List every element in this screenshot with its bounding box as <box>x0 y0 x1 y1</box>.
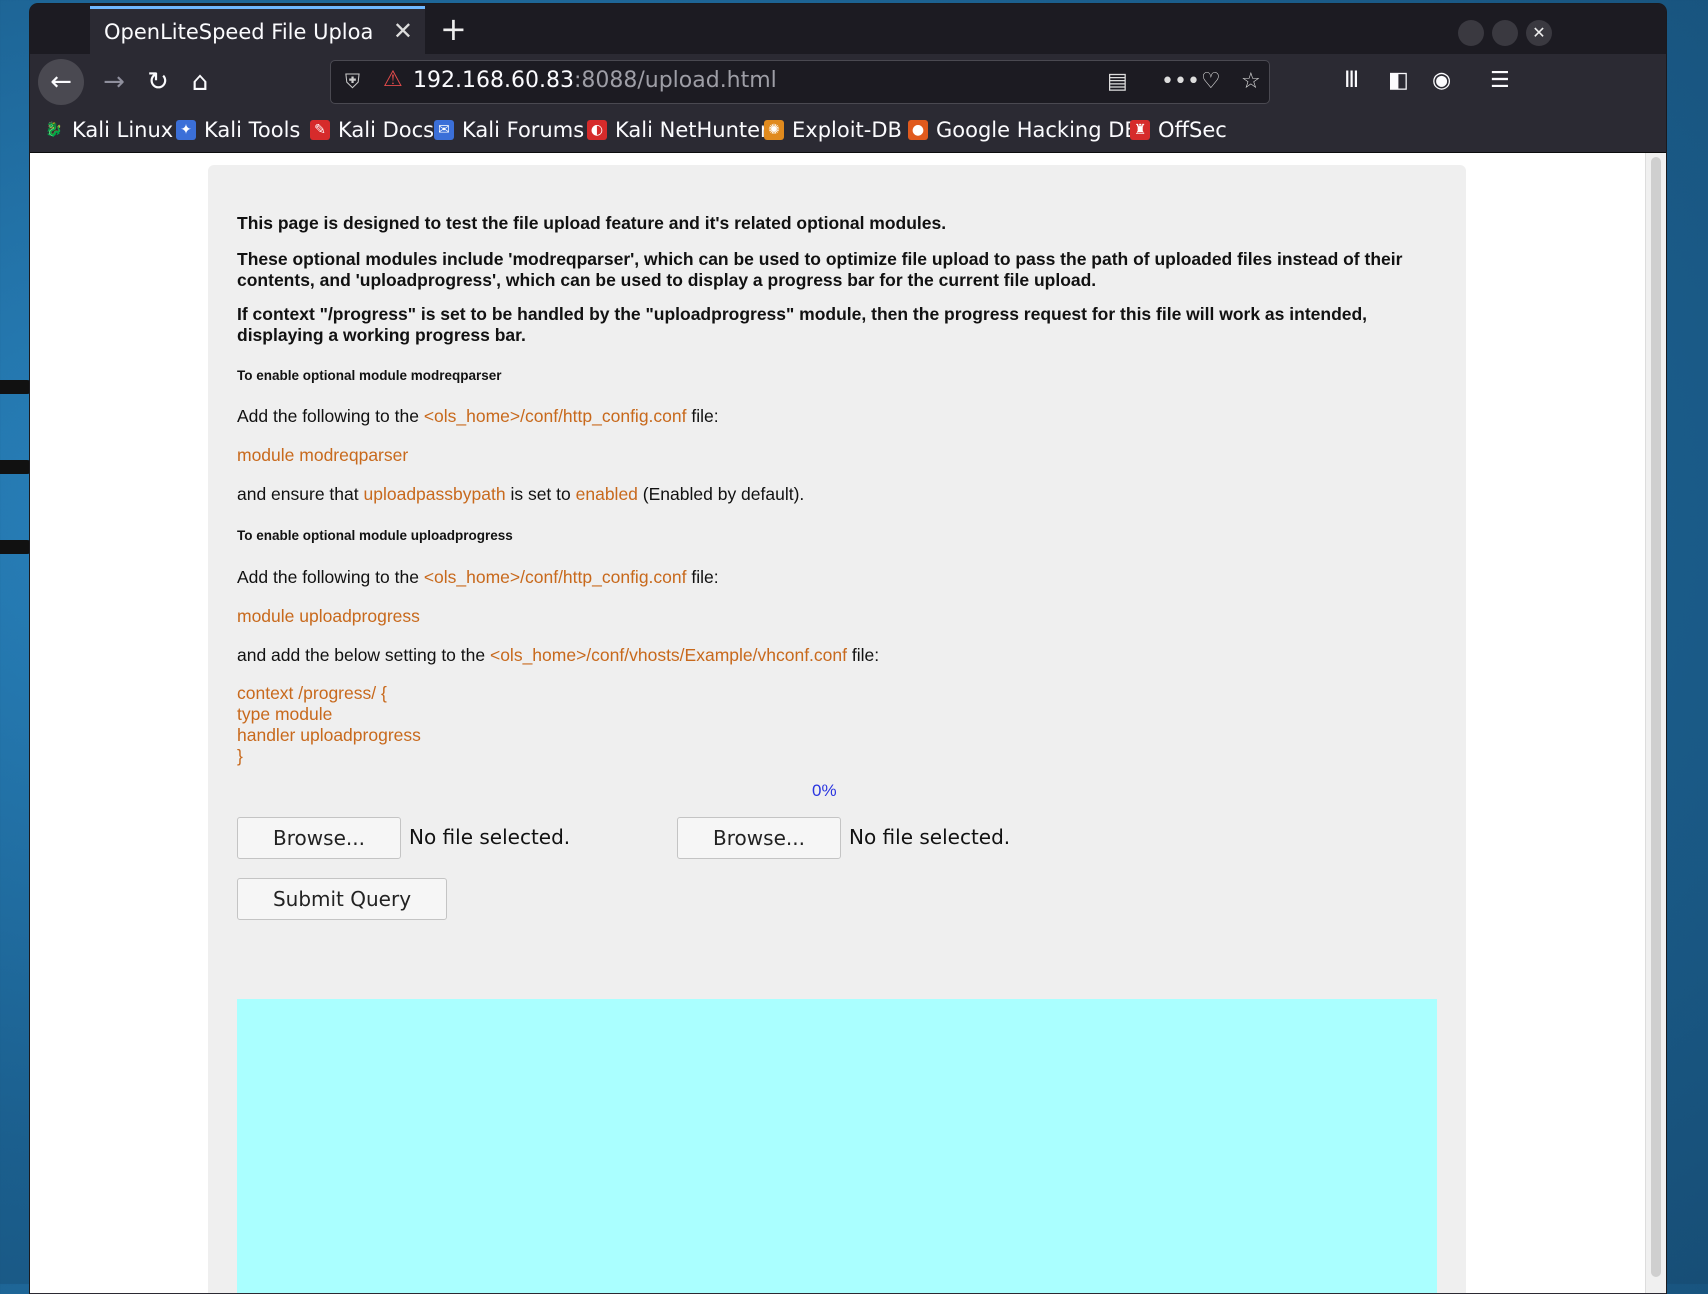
bookmark-label: Kali Docs <box>338 118 435 142</box>
pocket-icon[interactable]: ♡ <box>1201 69 1221 94</box>
browser-window: OpenLiteSpeed File Upload ✕ + ✕ ← → ↻ ⌂ … <box>30 4 1666 1294</box>
instruction-text: file: <box>691 567 719 587</box>
instruction-http-config-2: Add the following to the <ols_home>/conf… <box>237 567 719 588</box>
progress-percent: 0% <box>812 781 837 800</box>
file-status-2: No file selected. <box>849 825 1011 849</box>
bookmark-kali-tools[interactable]: ✦ Kali Tools <box>176 118 300 142</box>
bookmark-label: Kali NetHunter <box>615 118 769 142</box>
desktop-decoration <box>0 380 34 394</box>
context-config-block: context /progress/ { type module handler… <box>237 683 421 766</box>
sidebar-icon[interactable]: ◧ <box>1388 68 1409 93</box>
desktop-decoration <box>0 460 34 474</box>
maximize-button[interactable] <box>1492 20 1518 46</box>
http-config-path: <ols_home>/conf/http_config.conf <box>423 406 687 426</box>
intro-paragraph-3: If context "/progress" is set to be hand… <box>237 304 1368 345</box>
instruction-text: file: <box>851 645 880 665</box>
uploadpassbypath-code: uploadpassbypath <box>363 484 506 504</box>
browse-button-1[interactable]: Browse... <box>237 817 401 859</box>
bookmarks-toolbar: 🐉 Kali Linux ✦ Kali Tools ✎ Kali Docs ✉ Kali… <box>30 110 1666 153</box>
submit-query-button[interactable]: Submit Query <box>237 878 447 920</box>
instruction-text: and add the below setting to the <box>237 645 486 665</box>
kali-docs-icon: ✎ <box>310 120 330 140</box>
bookmark-label: Kali Tools <box>204 118 301 142</box>
shield-icon[interactable]: ⛨ <box>345 69 360 93</box>
new-tab-button[interactable]: + <box>440 10 467 48</box>
file-status-1: No file selected. <box>409 825 571 849</box>
bookmark-exploit-db[interactable]: ✺ Exploit-DB <box>764 118 902 142</box>
vertical-scrollbar[interactable] <box>1645 153 1666 1293</box>
bookmark-star-icon[interactable]: ☆ <box>1241 69 1261 94</box>
tab-active[interactable]: OpenLiteSpeed File Upload ✕ <box>90 6 425 54</box>
menu-icon[interactable]: ☰ <box>1490 68 1510 93</box>
instruction-text: file: <box>691 406 719 426</box>
bookmark-label: Kali Forums <box>462 118 585 142</box>
bookmark-google-hacking-db[interactable]: ● Google Hacking DB <box>908 118 1139 142</box>
url-bar[interactable]: ⛨ ⚠ 192.168.60.83:8088/upload.html ▤ •••… <box>330 60 1270 104</box>
instruction-text: Add the following to the <box>237 567 419 587</box>
nav-bar: ← → ↻ ⌂ ⛨ ⚠ 192.168.60.83:8088/upload.ht… <box>30 54 1666 110</box>
url-text[interactable]: 192.168.60.83:8088/upload.html <box>413 68 777 93</box>
enabled-code: enabled <box>575 484 638 504</box>
intro-paragraph-2: These optional modules include 'modreqpa… <box>237 249 1403 290</box>
upload-page-panel: This page is designed to test the file u… <box>208 165 1466 1293</box>
module-modreqparser-code: module modreqparser <box>237 445 409 465</box>
heading-modreqparser: To enable optional module modreqparser <box>237 368 502 383</box>
minimize-button[interactable] <box>1458 20 1484 46</box>
desktop-decoration <box>0 540 34 554</box>
ghdb-icon: ● <box>908 120 928 140</box>
more-actions-icon[interactable]: ••• <box>1161 69 1200 94</box>
insecure-lock-icon[interactable]: ⚠ <box>383 67 403 92</box>
instruction-http-config-1: Add the following to the <ols_home>/conf… <box>237 406 719 427</box>
http-config-path: <ols_home>/conf/http_config.conf <box>423 567 687 587</box>
instruction-ensure: and ensure that uploadpassbypath is set … <box>237 484 804 505</box>
bookmark-kali-nethunter[interactable]: ◐ Kali NetHunter <box>587 118 769 142</box>
progress-display-area <box>237 999 1437 1293</box>
browse-button-2[interactable]: Browse... <box>677 817 841 859</box>
url-host: 192.168.60.83 <box>413 68 574 93</box>
url-path: :8088/upload.html <box>573 68 777 93</box>
forward-button[interactable]: → <box>94 62 134 102</box>
reload-button[interactable]: ↻ <box>138 62 178 102</box>
intro-paragraph-1: This page is designed to test the file u… <box>237 213 947 233</box>
bookmark-kali-forums[interactable]: ✉ Kali Forums <box>434 118 584 142</box>
scrollbar-thumb[interactable] <box>1651 157 1661 1277</box>
instruction-text: and ensure that <box>237 484 359 504</box>
bookmark-label: Kali Linux <box>72 118 174 142</box>
close-icon[interactable]: ✕ <box>393 17 413 45</box>
home-button[interactable]: ⌂ <box>180 62 220 102</box>
library-icon[interactable]: Ⅲ <box>1344 68 1359 93</box>
bookmark-label: OffSec <box>1158 118 1227 142</box>
instruction-text: (Enabled by default). <box>642 484 805 504</box>
reader-view-icon[interactable]: ▤ <box>1107 69 1128 94</box>
back-button[interactable]: ← <box>38 59 84 105</box>
kali-forums-icon: ✉ <box>434 120 454 140</box>
vhconf-path: <ols_home>/conf/vhosts/Example/vhconf.co… <box>489 645 847 665</box>
instruction-vhconf: and add the below setting to the <ols_ho… <box>237 645 879 666</box>
bookmark-kali-linux[interactable]: 🐉 Kali Linux <box>44 118 173 142</box>
nethunter-icon: ◐ <box>587 120 607 140</box>
tab-title: OpenLiteSpeed File Upload <box>104 19 374 44</box>
bookmark-label: Exploit-DB <box>792 118 902 142</box>
kali-tools-icon: ✦ <box>176 120 196 140</box>
heading-uploadprogress: To enable optional module uploadprogress <box>237 528 513 543</box>
instruction-text: is set to <box>510 484 571 504</box>
exploit-db-icon: ✺ <box>764 120 784 140</box>
bookmark-offsec[interactable]: ♜ OffSec <box>1130 118 1227 142</box>
kali-dragon-icon: 🐉 <box>45 122 63 138</box>
window-close-button[interactable]: ✕ <box>1526 20 1552 46</box>
account-icon[interactable]: ◉ <box>1432 68 1451 93</box>
page-viewport: This page is designed to test the file u… <box>30 153 1666 1293</box>
bookmark-label: Google Hacking DB <box>936 118 1139 142</box>
module-uploadprogress-code: module uploadprogress <box>237 606 420 626</box>
instruction-text: Add the following to the <box>237 406 419 426</box>
bookmark-kali-docs[interactable]: ✎ Kali Docs <box>310 118 434 142</box>
tab-strip: OpenLiteSpeed File Upload ✕ + ✕ <box>30 4 1666 54</box>
offsec-icon: ♜ <box>1130 120 1150 140</box>
